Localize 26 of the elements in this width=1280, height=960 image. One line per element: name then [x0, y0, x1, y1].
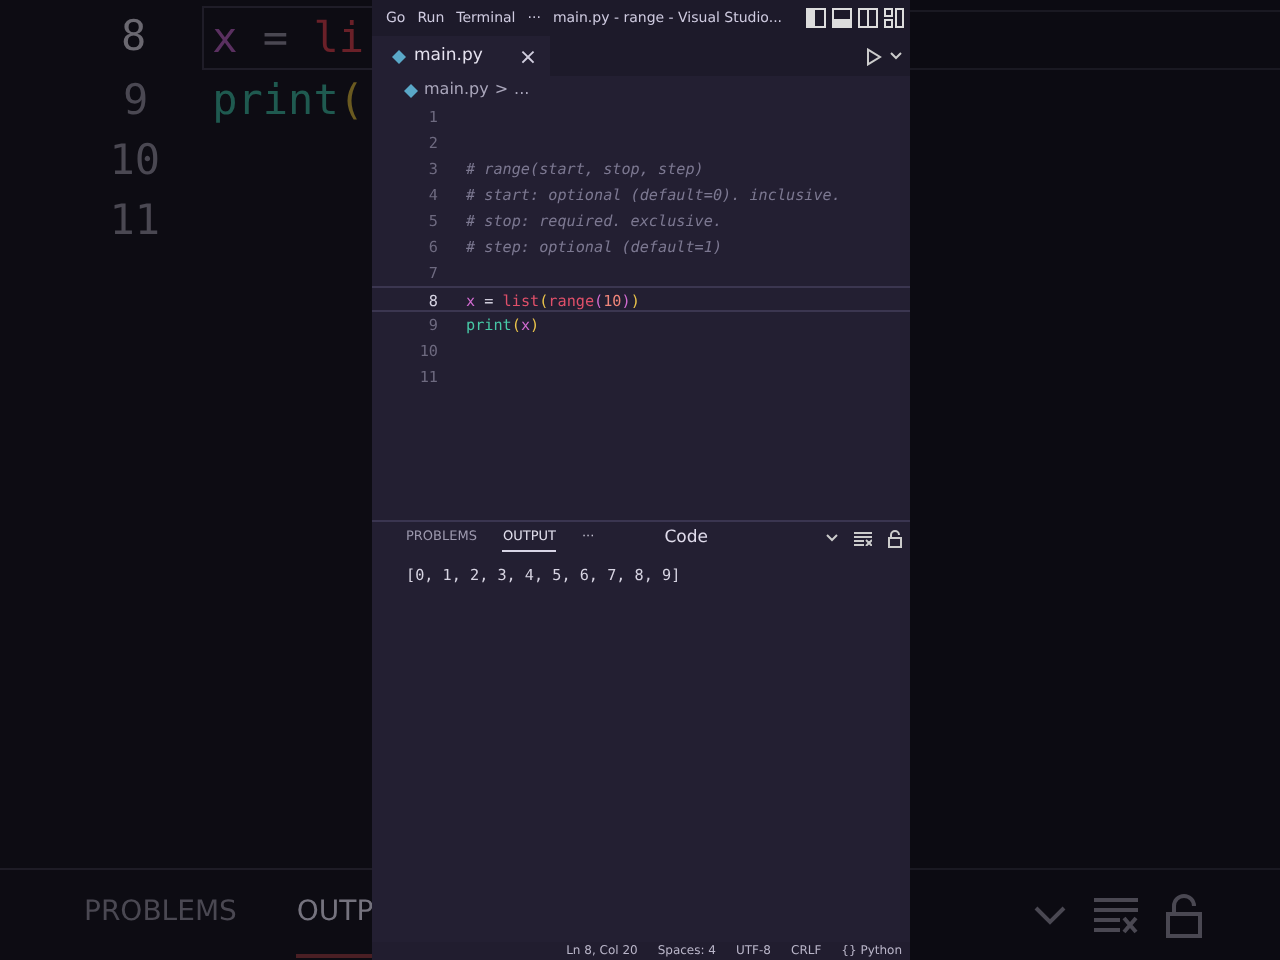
close-tab-button[interactable]: ×	[490, 45, 538, 67]
python-file-icon	[392, 49, 406, 63]
line-number: 9	[120, 74, 149, 128]
chevron-down-icon[interactable]	[826, 534, 838, 542]
python-file-icon	[404, 83, 418, 97]
chevron-down-icon	[1034, 905, 1066, 925]
sidebar-toggle-icon[interactable]	[806, 8, 826, 28]
panel-toggle-icon[interactable]	[832, 8, 852, 28]
editor-tab[interactable]: main.py ×	[372, 36, 550, 76]
clear-output-icon	[1094, 897, 1138, 933]
line-number: 8	[118, 10, 147, 64]
output-channel-dropdown[interactable]: Code	[664, 525, 708, 551]
line-number: 11	[107, 194, 160, 248]
play-icon[interactable]	[866, 47, 882, 65]
code-line: print(	[210, 74, 366, 128]
chevron-down-icon[interactable]	[890, 52, 902, 60]
lock-icon	[1166, 893, 1202, 937]
breadcrumb-item[interactable]: main.py	[424, 78, 489, 102]
breadcrumb-separator: >	[494, 78, 509, 102]
clear-output-icon[interactable]	[854, 531, 872, 545]
panel-tab-label: PROBLEMS	[84, 894, 237, 932]
breadcrumb-item[interactable]: ...	[514, 78, 530, 102]
line-number: 10	[107, 134, 160, 188]
lock-icon[interactable]	[888, 529, 902, 547]
split-layout-icon[interactable]	[858, 8, 878, 28]
customize-layout-icon[interactable]	[884, 8, 904, 28]
